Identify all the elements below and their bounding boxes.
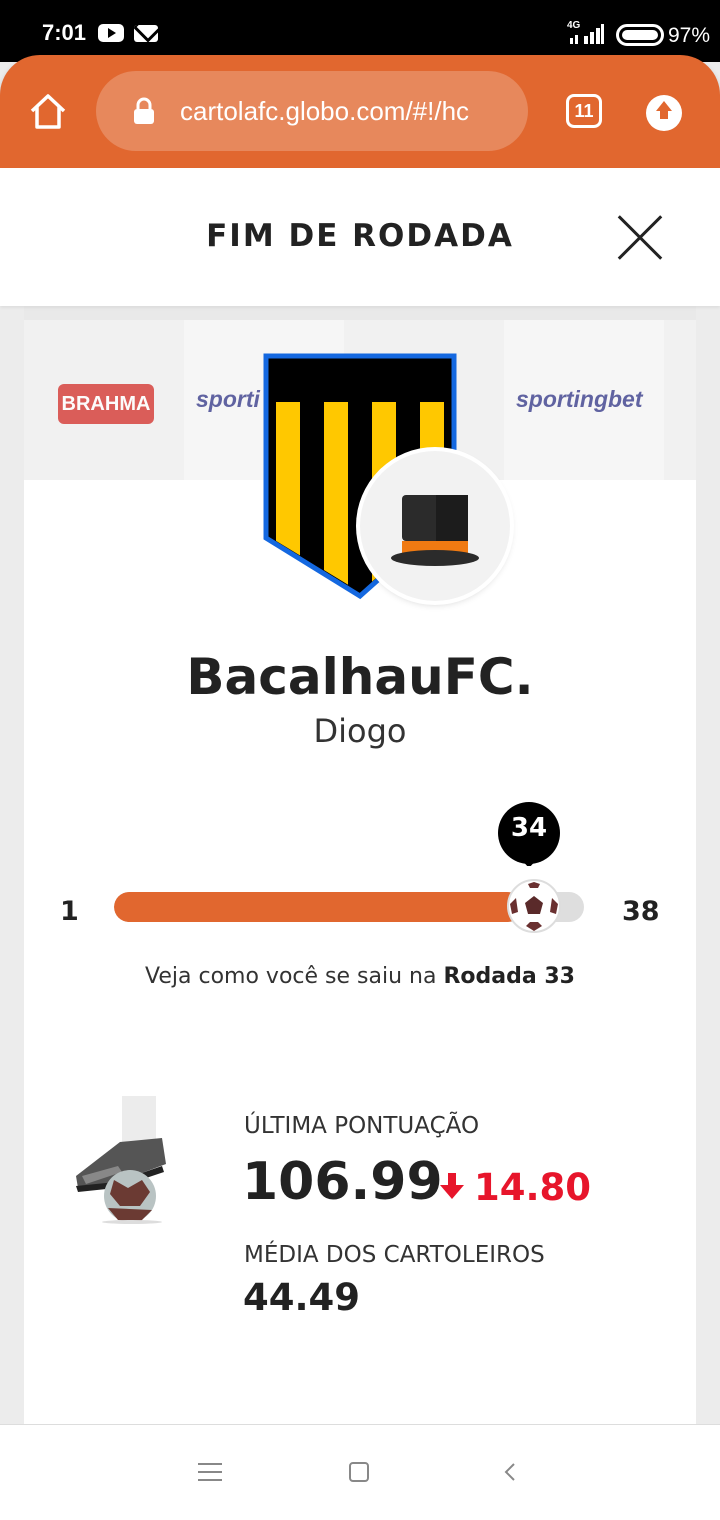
status-bar: 7:01 4G 97% <box>0 0 720 62</box>
soccer-ball-icon[interactable] <box>506 878 562 934</box>
status-time: 7:01 <box>42 20 87 45</box>
last-score-value: 106.99 <box>242 1152 443 1212</box>
round-caption-round: Rodada 33 <box>443 964 575 989</box>
modal-title: FIM DE RODADA <box>206 218 514 254</box>
home-button-icon[interactable] <box>349 1462 369 1482</box>
sportingbet-logo: sportingbet <box>516 386 643 412</box>
banner-panel <box>664 320 696 481</box>
brahma-logo: BRAHMA <box>58 384 154 424</box>
score-delta-value: 14.80 <box>474 1166 592 1209</box>
average-score-label: MÉDIA DOS CARTOLEIROS <box>244 1242 545 1268</box>
round-max-label: 38 <box>622 896 660 927</box>
upload-icon[interactable] <box>646 95 682 131</box>
system-nav-bar <box>0 1424 720 1520</box>
round-caption-text: Veja como você se saiu na <box>145 964 437 989</box>
round-progress-fill <box>114 892 522 922</box>
team-name: BacalhauFC. <box>186 648 534 706</box>
browser-toolbar: cartolafc.globo.com/#!/hc 11 <box>0 55 720 168</box>
owner-name: Diogo <box>313 712 407 750</box>
round-caption: Veja como você se saiu na Rodada 33 <box>0 964 720 989</box>
battery-percent: 97% <box>668 24 711 47</box>
top-hat-avatar <box>360 451 510 601</box>
lock-icon <box>134 97 154 124</box>
current-round-label: 34 <box>510 813 548 843</box>
youtube-icon <box>98 24 124 42</box>
sportingbet-logo: sporti <box>196 386 260 412</box>
round-min-label: 1 <box>60 896 79 927</box>
close-icon[interactable] <box>614 212 666 264</box>
signal-icon <box>570 24 604 44</box>
mail-icon <box>134 25 158 42</box>
boot-on-ball-icon <box>76 1096 166 1224</box>
url-text: cartolafc.globo.com/#!/hc <box>180 96 470 126</box>
average-score-value: 44.49 <box>243 1276 361 1319</box>
battery-icon <box>616 24 664 46</box>
modal-header: FIM DE RODADA <box>0 168 720 306</box>
back-icon[interactable] <box>502 1462 518 1482</box>
menu-icon[interactable] <box>198 1463 222 1481</box>
last-score-label: ÚLTIMA PONTUAÇÃO <box>244 1113 480 1139</box>
arrow-down-icon <box>440 1173 464 1199</box>
address-bar[interactable]: cartolafc.globo.com/#!/hc <box>96 71 528 151</box>
tabs-count-button[interactable]: 11 <box>566 94 602 128</box>
home-icon[interactable] <box>28 91 68 131</box>
